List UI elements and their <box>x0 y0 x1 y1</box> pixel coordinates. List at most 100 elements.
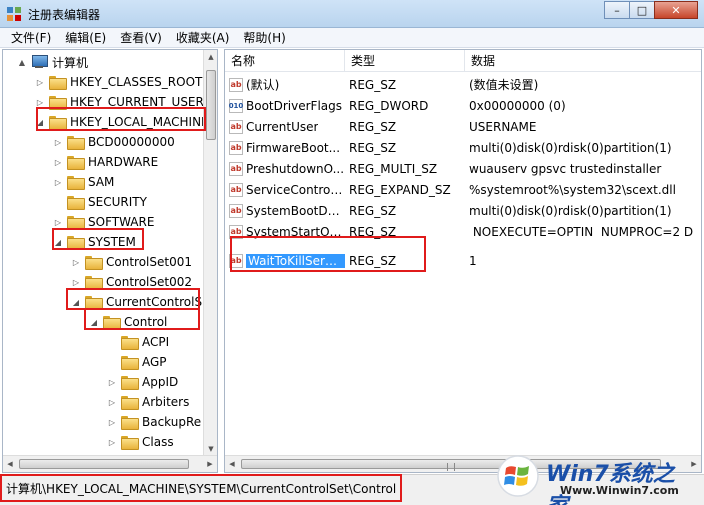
value-row[interactable]: ab PreshutdownO... REG_MULTI_SZ wuauserv gp… <box>225 158 701 179</box>
column-header-data[interactable]: 数据 <box>465 50 701 71</box>
value-row[interactable]: ab SystemBootDe... REG_SZ multi(0)disk(0)rd… <box>225 200 701 221</box>
tree-node[interactable]: ACPI <box>107 332 169 352</box>
tree-node-label: HKEY_LOCAL_MACHINE <box>70 115 209 129</box>
expand-arrow-icon[interactable]: ▷ <box>53 218 63 227</box>
column-header-name[interactable]: 名称 <box>225 50 345 71</box>
string-value-icon: ab <box>229 182 243 197</box>
column-header-type[interactable]: 类型 <box>345 50 465 71</box>
value-row[interactable]: ab SystemStartOp... REG_SZ NOEXECUTE=OPTIN… <box>225 221 701 242</box>
tree-node[interactable]: ▷ HARDWARE <box>53 152 158 172</box>
folder-icon <box>67 196 85 210</box>
menu-bar: 文件(F) 编辑(E) 查看(V) 收藏夹(A) 帮助(H) <box>0 28 704 48</box>
menu-view[interactable]: 查看(V) <box>113 28 169 48</box>
computer-icon <box>31 55 48 69</box>
folder-icon <box>85 256 103 270</box>
expand-arrow-icon[interactable]: ▷ <box>107 438 117 447</box>
windows-logo-icon <box>497 455 539 497</box>
tree-node[interactable]: SECURITY <box>53 192 147 212</box>
value-row[interactable]: ab WaitToKillServi... REG_SZ 1 <box>225 250 701 271</box>
expand-arrow-icon[interactable]: ▷ <box>71 278 81 287</box>
value-row[interactable]: ab CurrentUser REG_SZ USERNAME <box>225 116 701 137</box>
scroll-up-icon[interactable]: ▲ <box>204 50 217 64</box>
value-row[interactable]: ab ServiceControl... REG_EXPAND_SZ %systemr… <box>225 179 701 200</box>
collapse-arrow-icon[interactable]: ◢ <box>35 118 45 127</box>
window-title: 注册表编辑器 <box>28 8 101 22</box>
tree-node[interactable]: ▲ 计算机 <box>17 52 88 72</box>
scroll-left-icon[interactable]: ◀ <box>3 457 17 471</box>
scroll-right-icon[interactable]: ▶ <box>203 457 217 471</box>
expand-arrow-icon[interactable]: ▷ <box>53 158 63 167</box>
tree-node[interactable]: AGP <box>107 352 167 372</box>
expand-arrow-icon[interactable]: ▷ <box>107 378 117 387</box>
tree-node[interactable]: ▷ Arbiters <box>107 392 189 412</box>
tree-node[interactable]: ◢ SYSTEM <box>53 232 136 252</box>
expand-arrow-icon[interactable]: ▷ <box>71 258 81 267</box>
value-name: SystemBootDe... <box>246 203 345 218</box>
collapse-arrow-icon[interactable]: ◢ <box>89 318 99 327</box>
collapse-arrow-icon[interactable]: ▲ <box>17 58 27 67</box>
tree-node[interactable]: ▷ HKEY_CLASSES_ROOT <box>35 72 202 92</box>
tree-vertical-scrollbar[interactable]: ▲ ▼ <box>203 50 217 456</box>
tree-node[interactable]: ▷ ControlSet001 <box>71 252 192 272</box>
tree-node[interactable]: ◢ CurrentControlS <box>71 292 202 312</box>
folder-icon <box>67 136 85 150</box>
collapse-arrow-icon[interactable]: ◢ <box>71 298 81 307</box>
tree-node[interactable]: ▷ HKEY_CURRENT_USER <box>35 92 204 112</box>
tree-node[interactable]: ▷ ControlSet002 <box>71 272 192 292</box>
value-name-cell: ab (默认) <box>225 76 345 93</box>
tree-node-label: BCD00000000 <box>88 135 175 149</box>
value-data: multi(0)disk(0)rdisk(0)partition(1) <box>469 203 672 218</box>
value-name: CurrentUser <box>246 119 319 134</box>
tree-node-label: SYSTEM <box>88 235 136 249</box>
value-type: REG_SZ <box>349 119 397 134</box>
value-data: 0x00000000 (0) <box>469 98 566 113</box>
string-value-icon: ab <box>229 224 243 239</box>
expand-arrow-icon[interactable]: ▷ <box>107 398 117 407</box>
expand-arrow-icon[interactable]: ▷ <box>107 418 117 427</box>
expand-arrow-icon[interactable]: ▷ <box>53 138 63 147</box>
value-name: PreshutdownO... <box>246 161 345 176</box>
expand-arrow-icon[interactable]: ▷ <box>53 178 63 187</box>
tree-node[interactable]: ▷ AppID <box>107 372 178 392</box>
tree-node[interactable]: ▷ BCD00000000 <box>53 132 175 152</box>
tree-node[interactable]: ◢ Control <box>89 312 167 332</box>
tree-scroll-thumb[interactable] <box>206 70 216 140</box>
values-list-pane[interactable]: 名称 类型 数据 ab (默认) REG_SZ (数值未设置) 010 BootDrive… <box>224 49 702 473</box>
value-name-cell: ab CurrentUser <box>225 119 345 134</box>
expand-arrow-icon[interactable]: ▷ <box>35 98 45 107</box>
tree-node-label: CurrentControlS <box>106 295 203 309</box>
value-type: REG_SZ <box>349 140 397 155</box>
tree-horizontal-scrollbar[interactable]: ◀ ▶ <box>3 455 217 472</box>
maximize-button[interactable]: □ <box>629 1 655 19</box>
value-row[interactable]: ab FirmwareBoot... REG_SZ multi(0)disk(0)rd… <box>225 137 701 158</box>
tree-node[interactable]: ◢ HKEY_LOCAL_MACHINE <box>35 112 209 132</box>
value-name: WaitToKillServi... <box>246 253 345 268</box>
menu-edit[interactable]: 编辑(E) <box>58 28 113 48</box>
string-value-icon: ab <box>229 253 243 268</box>
tree-hscroll-thumb[interactable] <box>19 459 189 469</box>
registry-tree-pane[interactable]: ▲ 计算机 ▷ HKEY_CLASSES_ROOT ▷ HKEY_CURRENT_USER… <box>2 49 218 473</box>
value-type: REG_SZ <box>349 203 397 218</box>
tree-node[interactable]: ▷ SOFTWARE <box>53 212 154 232</box>
tree-node[interactable]: ▷ Class <box>107 432 174 452</box>
collapse-arrow-icon[interactable]: ◢ <box>53 238 63 247</box>
status-path: 计算机\HKEY_LOCAL_MACHINE\SYSTEM\CurrentCon… <box>6 482 397 496</box>
menu-file[interactable]: 文件(F) <box>4 28 58 48</box>
minimize-button[interactable]: – <box>604 1 630 19</box>
tree-node[interactable]: ▷ BackupRe <box>107 412 201 432</box>
scroll-down-icon[interactable]: ▼ <box>204 442 217 456</box>
tree-node-label: 计算机 <box>52 55 89 70</box>
value-row[interactable]: 010 BootDriverFlags REG_DWORD 0x00000000 (0… <box>225 95 701 116</box>
menu-help[interactable]: 帮助(H) <box>236 28 292 48</box>
value-name-cell: ab PreshutdownO... <box>225 161 345 176</box>
scroll-left-icon[interactable]: ◀ <box>225 457 239 471</box>
value-row[interactable]: ab (默认) REG_SZ (数值未设置) <box>225 74 701 95</box>
menu-favorites[interactable]: 收藏夹(A) <box>169 28 237 48</box>
close-button[interactable]: ✕ <box>654 1 698 19</box>
expand-arrow-icon[interactable]: ▷ <box>35 78 45 87</box>
window-controls: – □ ✕ <box>604 1 698 19</box>
watermark: Win7系统之家 Www.Winwin7.com <box>496 452 696 505</box>
tree-node-label: SOFTWARE <box>88 215 155 229</box>
folder-icon <box>103 316 121 330</box>
tree-node[interactable]: ▷ SAM <box>53 172 114 192</box>
